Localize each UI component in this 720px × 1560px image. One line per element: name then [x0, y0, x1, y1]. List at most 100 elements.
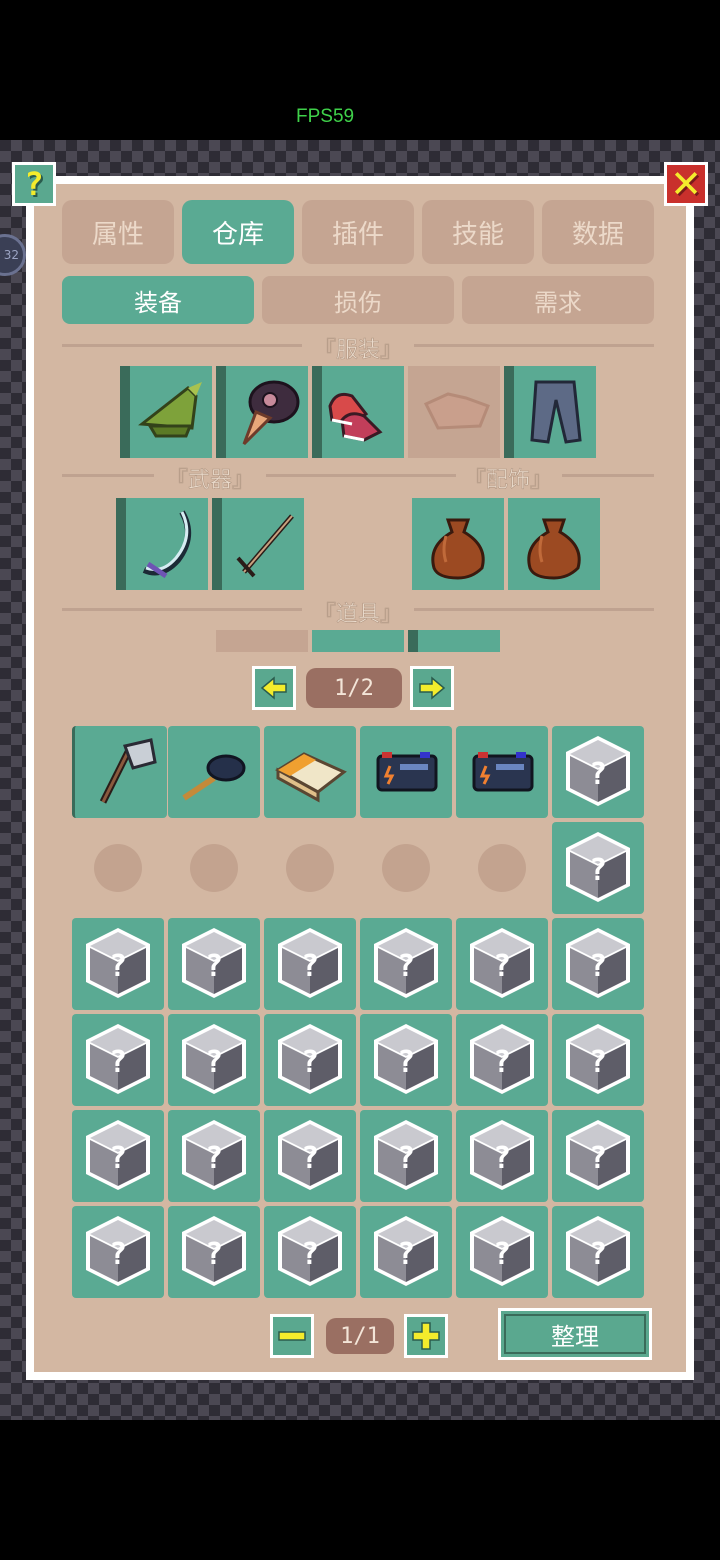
slot-weapon-1[interactable]	[116, 498, 208, 590]
svg-text:?: ?	[205, 1237, 223, 1272]
locked-slot[interactable]: ?	[552, 1110, 644, 1202]
close-icon: ✕	[670, 162, 702, 206]
locked-slot[interactable]: ?	[360, 1014, 452, 1106]
svg-text:?: ?	[301, 1045, 319, 1080]
mystery-box-icon: ?	[470, 1120, 534, 1190]
sort-button[interactable]: 整理	[498, 1308, 652, 1360]
locked-slot[interactable]: ?	[360, 918, 452, 1010]
mystery-box-icon: ?	[374, 1024, 438, 1094]
inventory-slot[interactable]	[72, 726, 167, 818]
svg-text:?: ?	[109, 949, 127, 984]
section-title-weapons: 『武器』	[165, 468, 255, 494]
mystery-box-icon: ?	[278, 928, 342, 998]
locked-slot[interactable]: ?	[168, 1014, 260, 1106]
mystery-box-icon: ?	[278, 1024, 342, 1094]
increase-page-button[interactable]	[404, 1314, 448, 1358]
mystery-box-icon: ?	[374, 928, 438, 998]
svg-text:?: ?	[589, 1141, 607, 1176]
fps-counter: FPS59	[296, 106, 355, 127]
subtab-needs[interactable]: 需求	[462, 276, 654, 324]
svg-text:?: ?	[589, 1237, 607, 1272]
svg-text:?: ?	[589, 949, 607, 984]
inventory-slot[interactable]	[456, 726, 548, 818]
mystery-box-icon: ?	[566, 1024, 630, 1094]
inventory-slot[interactable]	[168, 726, 260, 818]
locked-slot[interactable]: ?	[264, 1014, 356, 1106]
locked-slot[interactable]: ?	[360, 1110, 452, 1202]
inventory-slot[interactable]	[360, 726, 452, 818]
svg-text:?: ?	[493, 1045, 511, 1080]
section-title-accessories: 『配饰』	[463, 468, 553, 494]
sneakers-icon	[328, 392, 383, 442]
slot-accessory-1[interactable]	[412, 498, 504, 590]
mystery-box-icon: ?	[566, 736, 630, 806]
slot-legs[interactable]	[504, 366, 596, 458]
locked-slot[interactable]: ?	[264, 1110, 356, 1202]
locked-slot[interactable]: ?	[72, 918, 164, 1010]
locked-slot[interactable]: ?	[360, 1206, 452, 1298]
svg-text:?: ?	[301, 949, 319, 984]
tab-skills[interactable]: 技能	[422, 200, 534, 264]
locked-slot[interactable]: ?	[264, 1206, 356, 1298]
tab-warehouse[interactable]: 仓库	[182, 200, 294, 264]
locked-slot[interactable]: ?	[552, 1206, 644, 1298]
svg-text:?: ?	[397, 1141, 415, 1176]
mystery-box-icon: ?	[566, 928, 630, 998]
item-slot-partial[interactable]	[312, 630, 404, 652]
locked-slot[interactable]: ?	[552, 726, 644, 818]
decrease-page-button[interactable]	[270, 1314, 314, 1358]
empty-slot-marker	[286, 844, 334, 892]
locked-slot[interactable]: ?	[456, 1110, 548, 1202]
item-slot-partial[interactable]	[408, 630, 500, 652]
close-button[interactable]: ✕	[664, 162, 708, 206]
mystery-box-icon: ?	[182, 1120, 246, 1190]
scythe-icon	[142, 510, 191, 579]
vest-icon	[423, 392, 490, 430]
svg-text:?: ?	[109, 1045, 127, 1080]
divider	[414, 608, 654, 611]
inventory-slot[interactable]	[264, 726, 356, 818]
mystery-box-icon: ?	[86, 1024, 150, 1094]
axe-icon	[99, 738, 157, 804]
locked-slot[interactable]: ?	[264, 918, 356, 1010]
subtab-damage[interactable]: 损伤	[262, 276, 454, 324]
locked-slot[interactable]: ?	[168, 1110, 260, 1202]
item-slot-partial[interactable]	[216, 630, 308, 652]
locked-slot[interactable]: ?	[72, 1014, 164, 1106]
section-title-clothing: 『服装』	[313, 338, 403, 364]
locked-slot[interactable]: ?	[456, 918, 548, 1010]
slot-accessory-2[interactable]	[508, 498, 600, 590]
locked-slot[interactable]: ?	[72, 1206, 164, 1298]
help-button[interactable]: ?	[12, 162, 56, 206]
slot-body-empty[interactable]	[408, 366, 500, 458]
slot-face[interactable]	[216, 366, 308, 458]
slot-head[interactable]	[120, 366, 212, 458]
tab-attributes[interactable]: 属性	[62, 200, 174, 264]
locked-slot[interactable]: ?	[552, 1014, 644, 1106]
svg-text:?: ?	[109, 1237, 127, 1272]
locked-slot[interactable]: ?	[168, 1206, 260, 1298]
locked-slot[interactable]: ?	[456, 1014, 548, 1106]
slot-weapon-2[interactable]	[212, 498, 304, 590]
svg-text:?: ?	[205, 1141, 223, 1176]
empty-slot-marker	[382, 844, 430, 892]
subtab-equipment[interactable]: 装备	[62, 276, 254, 324]
locked-slot[interactable]: ?	[72, 1110, 164, 1202]
prev-page-button[interactable]	[252, 666, 296, 710]
mystery-box-icon: ?	[566, 1120, 630, 1190]
tab-data[interactable]: 数据	[542, 200, 654, 264]
locked-slot[interactable]: ?	[168, 918, 260, 1010]
locked-slot[interactable]: ?	[456, 1206, 548, 1298]
arrow-left-icon	[260, 676, 287, 700]
svg-text:?: ?	[205, 949, 223, 984]
empty-slot-marker	[94, 844, 142, 892]
next-page-button[interactable]	[410, 666, 454, 710]
tab-plugins[interactable]: 插件	[302, 200, 414, 264]
slot-feet[interactable]	[312, 366, 404, 458]
locked-slot[interactable]: ?	[552, 918, 644, 1010]
empty-slot-marker	[190, 844, 238, 892]
mystery-box-icon: ?	[278, 1120, 342, 1190]
mystery-box-icon: ?	[86, 1120, 150, 1190]
locked-slot[interactable]: ?	[552, 822, 644, 914]
divider	[62, 608, 302, 611]
